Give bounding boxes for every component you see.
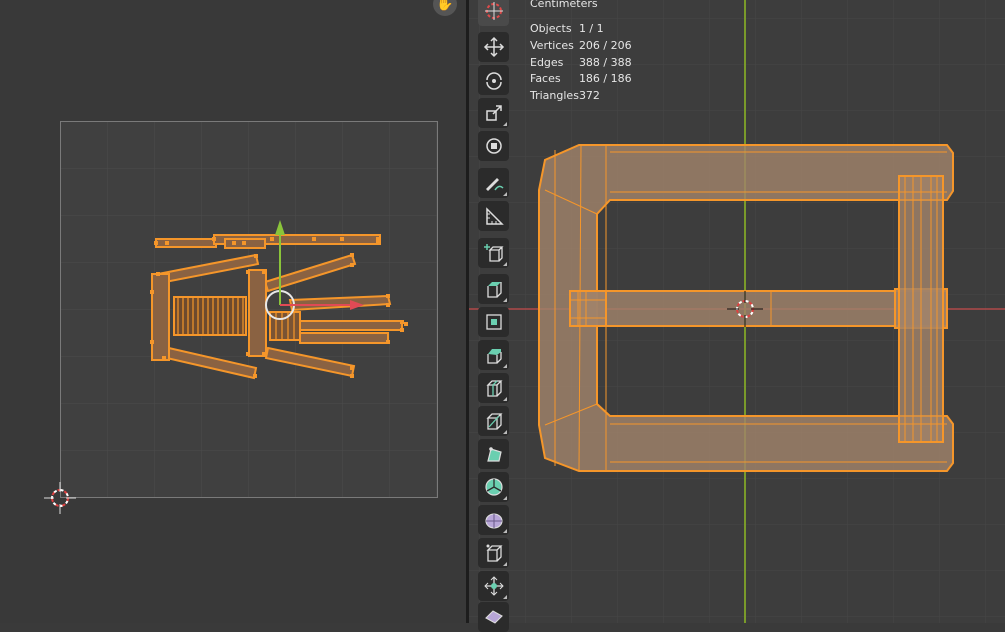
shear-tool[interactable] — [478, 602, 509, 632]
uv-island — [269, 311, 301, 341]
poly-build-icon — [486, 447, 502, 462]
buckle-mesh — [538, 144, 954, 472]
uv-island — [248, 269, 267, 357]
uv-editor[interactable]: ✋ — [0, 0, 466, 623]
scale-icon — [485, 105, 502, 121]
inset-icon — [485, 314, 502, 330]
stat-value: 388 / 388 — [578, 55, 632, 69]
transform-tool[interactable] — [478, 131, 509, 161]
stat-row-triangles: Triangles 372 — [530, 88, 632, 105]
stats-table: Objects 1 / 1 Vertices 206 / 206 Edges 388 … — [530, 21, 632, 105]
uv-island — [151, 273, 170, 361]
uv-island — [173, 296, 247, 336]
stat-value: 1 / 1 — [578, 22, 604, 35]
stat-row-objects: Objects 1 / 1 — [530, 21, 632, 38]
stat-row-edges: Edges 388 / 388 — [530, 55, 632, 72]
tool-shelf — [475, 0, 513, 632]
scale-tool[interactable] — [478, 98, 509, 128]
extrude-icon — [486, 282, 502, 298]
shrink-fatten-tool[interactable] — [478, 571, 509, 601]
rotate-tool[interactable] — [478, 65, 509, 95]
annotate-tool[interactable] — [478, 168, 509, 198]
stat-row-vertices: Vertices 206 / 206 — [530, 38, 632, 55]
knife-icon — [485, 413, 503, 430]
loop-cut-icon — [485, 380, 503, 397]
move-icon — [483, 36, 504, 58]
uv-island — [299, 332, 389, 344]
stat-label: Faces — [530, 72, 561, 86]
stat-label: Edges — [530, 55, 564, 69]
edge-slide-tool[interactable] — [478, 538, 509, 568]
stat-value: 206 / 206 — [578, 38, 632, 52]
poly-build-tool[interactable] — [478, 439, 509, 469]
uv-canvas[interactable] — [0, 0, 466, 623]
measure-icon — [485, 207, 504, 225]
buckle-bar-left-cap — [569, 290, 607, 327]
loop-cut-tool[interactable] — [478, 373, 509, 403]
inset-tool[interactable] — [478, 307, 509, 337]
bevel-icon — [486, 349, 502, 364]
knife-tool[interactable] — [478, 406, 509, 436]
bevel-tool[interactable] — [478, 340, 509, 370]
cursor-icon — [484, 2, 503, 20]
edge-slide-icon — [485, 544, 503, 562]
smooth-tool[interactable] — [478, 505, 509, 535]
hand-icon: ✋ — [436, 0, 454, 12]
stat-label: Vertices — [530, 38, 574, 52]
shrink-fatten-icon — [483, 576, 504, 596]
extrude-tool[interactable] — [478, 274, 509, 304]
stat-row-faces: Faces 186 / 186 — [530, 71, 632, 88]
shear-icon — [484, 610, 503, 624]
stat-value: 372 — [578, 89, 600, 103]
units-label: Centimeters — [530, 0, 598, 10]
transform-icon — [485, 138, 502, 154]
annotate-icon — [485, 178, 504, 191]
rotate-icon — [485, 72, 502, 90]
stat-value: 186 / 186 — [578, 72, 632, 86]
spin-icon — [484, 478, 503, 496]
add-cube-icon — [483, 244, 504, 262]
move-tool[interactable] — [478, 32, 509, 62]
stat-label: Triangles — [530, 89, 579, 103]
cursor-tool[interactable] — [478, 0, 509, 26]
measure-tool[interactable] — [478, 201, 509, 231]
smooth-icon — [484, 513, 503, 529]
add-cube-tool[interactable] — [478, 238, 509, 268]
stat-label: Objects — [530, 22, 572, 35]
spin-tool[interactable] — [478, 472, 509, 502]
